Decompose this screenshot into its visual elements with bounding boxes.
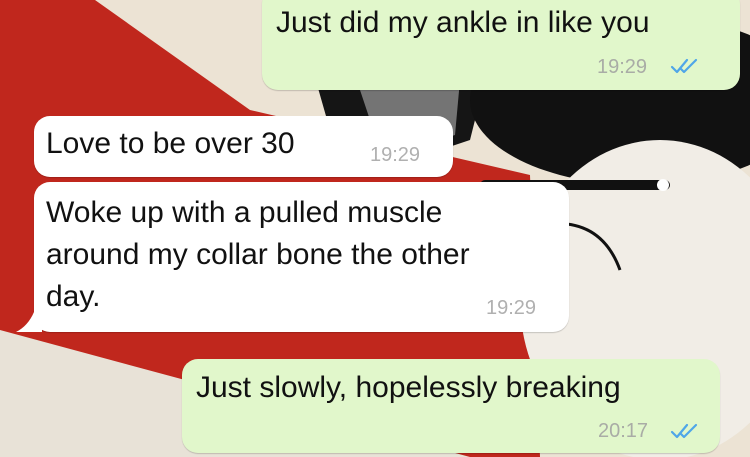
message-text: Love to be over 30 bbox=[46, 127, 295, 160]
message-text: Just did my ankle in like you bbox=[276, 6, 650, 39]
message-text-line: day. bbox=[46, 280, 101, 313]
message-bubble-outgoing[interactable]: Just slowly, hopelessly breaking 20:17 bbox=[182, 359, 720, 453]
bubble-tail bbox=[16, 312, 42, 332]
message-text: Just slowly, hopelessly breaking bbox=[196, 371, 621, 404]
message-text-line: Woke up with a pulled muscle bbox=[46, 196, 443, 229]
message-time: 19:29 bbox=[486, 297, 537, 319]
message-bubble-outgoing[interactable]: Just did my ankle in like you 19:29 bbox=[262, 0, 740, 90]
double-check-icon bbox=[670, 58, 698, 74]
message-time: 20:17 bbox=[598, 420, 649, 442]
message-text-line: around my collar bone the other bbox=[46, 238, 470, 271]
message-time: 19:29 bbox=[370, 144, 421, 166]
message-bubble-incoming[interactable]: Woke up with a pulled muscle around my c… bbox=[34, 182, 569, 332]
message-bubble-incoming[interactable]: Love to be over 30 19:29 bbox=[34, 116, 453, 177]
double-check-icon bbox=[670, 423, 698, 439]
message-time: 19:29 bbox=[597, 56, 648, 78]
